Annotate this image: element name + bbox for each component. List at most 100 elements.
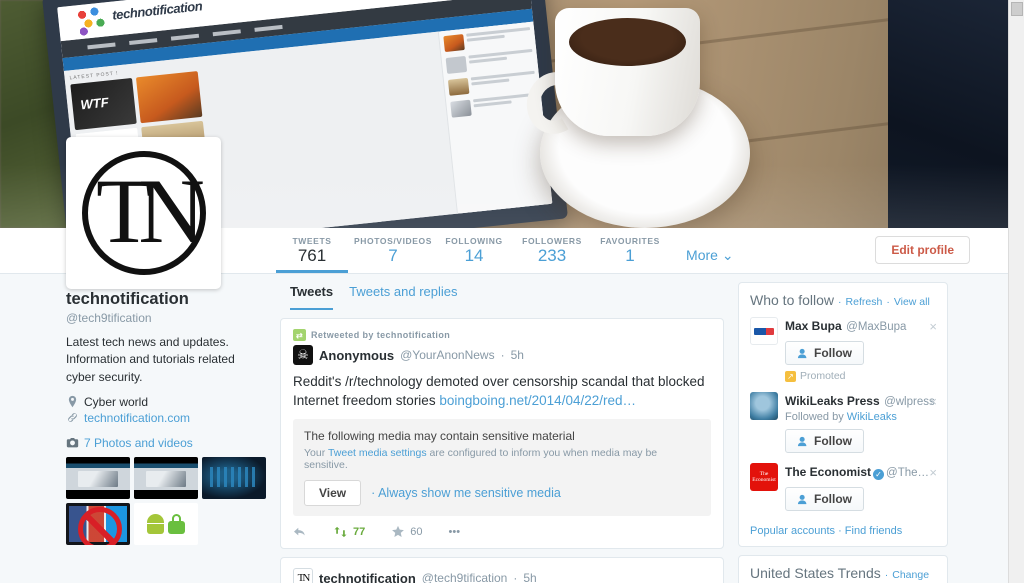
account-name[interactable]: The Economist	[785, 465, 871, 479]
tweet-author[interactable]: Anonymous	[319, 348, 394, 363]
photo-thumb[interactable]	[66, 456, 130, 499]
page-content: technotification @tech9tification Latest…	[0, 274, 1008, 583]
tweet-item[interactable]: TN technotification @tech9tification · 5…	[280, 557, 724, 583]
refresh-link[interactable]: Refresh	[846, 296, 883, 308]
stat-tweets[interactable]: Tweets 761	[276, 236, 348, 273]
right-sidebar: Who to follow · Refresh · View all × Max…	[738, 282, 948, 583]
favourite-button[interactable]: 60	[391, 525, 423, 538]
profile-location: Cyber world	[66, 395, 266, 409]
retweet-icon	[334, 526, 347, 537]
link-icon	[68, 413, 77, 423]
camera-icon	[66, 438, 79, 448]
warning-title: The following media may contain sensitiv…	[304, 429, 575, 444]
stat-photos-videos[interactable]: Photos/videos 7	[354, 236, 432, 273]
who-to-follow-header: Who to follow · Refresh · View all	[750, 292, 930, 308]
timeline-column: Tweets Tweets and replies ⇄ Retweeted by…	[280, 274, 724, 583]
tab-tweets-and-replies[interactable]: Tweets and replies	[349, 284, 457, 310]
location-pin-icon	[68, 396, 77, 408]
scrollbar-thumb[interactable]	[1011, 2, 1023, 16]
account-avatar[interactable]: The Economist	[750, 463, 778, 491]
photo-thumb[interactable]	[134, 502, 198, 545]
profile-handle: @tech9tification	[66, 310, 152, 325]
tweet-avatar[interactable]: ☠	[293, 345, 313, 365]
account-avatar[interactable]	[750, 392, 778, 420]
retweet-context: ⇄ Retweeted by technotification	[293, 329, 711, 341]
stat-favourites[interactable]: Favourites 1	[594, 236, 666, 273]
account-name[interactable]: WikiLeaks Press	[785, 394, 880, 408]
follow-button[interactable]: Follow	[785, 341, 864, 365]
view-all-link[interactable]: View all	[894, 296, 930, 308]
add-user-icon	[797, 494, 807, 504]
tweet-time[interactable]: 5h	[511, 348, 524, 362]
avatar-monogram: TN	[96, 160, 205, 263]
follow-button[interactable]: Follow	[785, 429, 864, 453]
more-actions-button[interactable]: •••	[449, 526, 461, 538]
tab-tweets[interactable]: Tweets	[290, 284, 334, 310]
edit-profile-button[interactable]: Edit profile	[875, 236, 970, 264]
tweet-text: Reddit's /r/technology demoted over cens…	[293, 374, 705, 409]
photos-and-videos-link[interactable]: 7 Photos and videos	[66, 436, 266, 450]
twitter-profile-page: technotification LATEST POST !	[0, 0, 1024, 583]
account-name[interactable]: Max Bupa	[785, 319, 842, 333]
always-show-sensitive-media-link[interactable]: · Always show me sensitive media	[371, 486, 561, 500]
stat-followers[interactable]: Followers 233	[516, 236, 588, 273]
reply-button[interactable]	[293, 526, 307, 538]
tweet-actions: 77 60 •••	[293, 525, 711, 538]
account-handle[interactable]: @MaxBupa	[846, 321, 906, 333]
tweet-time[interactable]: 5h	[523, 571, 536, 583]
promoted-badge: ↗ Promoted	[785, 370, 936, 382]
page-scrollbar[interactable]	[1008, 0, 1024, 583]
chevron-down-icon: ⌄	[721, 247, 734, 263]
star-icon	[392, 526, 405, 538]
android-icon	[147, 513, 164, 534]
account-handle[interactable]: @The…	[886, 467, 929, 479]
profile-sidebar: technotification @tech9tification Latest…	[66, 290, 266, 545]
follow-button[interactable]: Follow	[785, 487, 864, 511]
tweet-item[interactable]: ⇄ Retweeted by technotification ☠ Anonym…	[280, 318, 724, 550]
avatar[interactable]: TN	[66, 137, 221, 289]
who-to-follow-item: × The Economist The Economist ✓ @The… Follo…	[739, 461, 947, 519]
account-avatar[interactable]	[750, 317, 778, 345]
tweet-handle[interactable]: @YourAnonNews	[400, 348, 494, 362]
dismiss-icon[interactable]: ×	[929, 319, 937, 334]
warning-subtitle: Your Tweet media settings are configured…	[304, 447, 658, 472]
promoted-icon: ↗	[785, 370, 796, 382]
dismiss-icon[interactable]: ×	[929, 394, 937, 409]
profile-name: technotification	[66, 290, 189, 308]
sensitive-media-warning: The following media may contain sensitiv…	[293, 419, 711, 517]
view-media-button[interactable]: View	[304, 480, 362, 507]
dismiss-icon[interactable]: ×	[929, 465, 937, 480]
photo-thumb[interactable]	[202, 456, 266, 499]
who-to-follow-footer: Popular accounts · Find friends	[750, 525, 903, 537]
profile-bio: Latest tech news and updates. Informatio…	[66, 334, 235, 384]
trends-panel: United States Trends · Change #GreenTVSh…	[738, 555, 948, 583]
verified-badge-icon: ✓	[873, 469, 885, 480]
who-to-follow-item: × Max Bupa @MaxBupa Follow ↗ Promoted	[739, 315, 947, 390]
who-to-follow-panel: Who to follow · Refresh · View all × Max…	[738, 282, 948, 547]
account-handle[interactable]: @wlpress	[884, 396, 935, 408]
tweet-author[interactable]: technotification	[319, 571, 416, 583]
stat-following[interactable]: Following 14	[438, 236, 510, 273]
reply-icon	[294, 527, 305, 536]
photo-grid	[66, 456, 266, 545]
trends-header: United States Trends · Change	[750, 565, 930, 581]
tweet-handle[interactable]: @tech9tification	[422, 571, 508, 583]
tweet-link[interactable]: boingboing.net/2014/04/22/red…	[439, 393, 636, 408]
more-dropdown[interactable]: More ⌄	[686, 247, 734, 264]
profile-website[interactable]: technotification.com	[66, 411, 266, 425]
find-friends-link[interactable]: Find friends	[845, 525, 902, 537]
tweet-media-settings-link[interactable]: Tweet media settings	[328, 447, 427, 459]
timeline-tabs: Tweets Tweets and replies	[280, 274, 724, 310]
photo-thumb[interactable]	[134, 456, 198, 499]
who-to-follow-item: × WikiLeaks Press @wlpress Followed by W…	[739, 390, 947, 461]
photo-thumb[interactable]	[66, 502, 130, 545]
followed-by-link[interactable]: WikiLeaks	[847, 411, 897, 423]
add-user-icon	[797, 348, 807, 358]
popular-accounts-link[interactable]: Popular accounts	[750, 525, 835, 537]
change-trends-link[interactable]: Change	[892, 569, 929, 581]
add-user-icon	[797, 436, 807, 446]
retweet-icon: ⇄	[293, 329, 306, 341]
lock-icon	[168, 513, 185, 534]
retweet-button[interactable]: 77	[333, 526, 365, 538]
tweet-avatar[interactable]: TN	[293, 568, 313, 583]
